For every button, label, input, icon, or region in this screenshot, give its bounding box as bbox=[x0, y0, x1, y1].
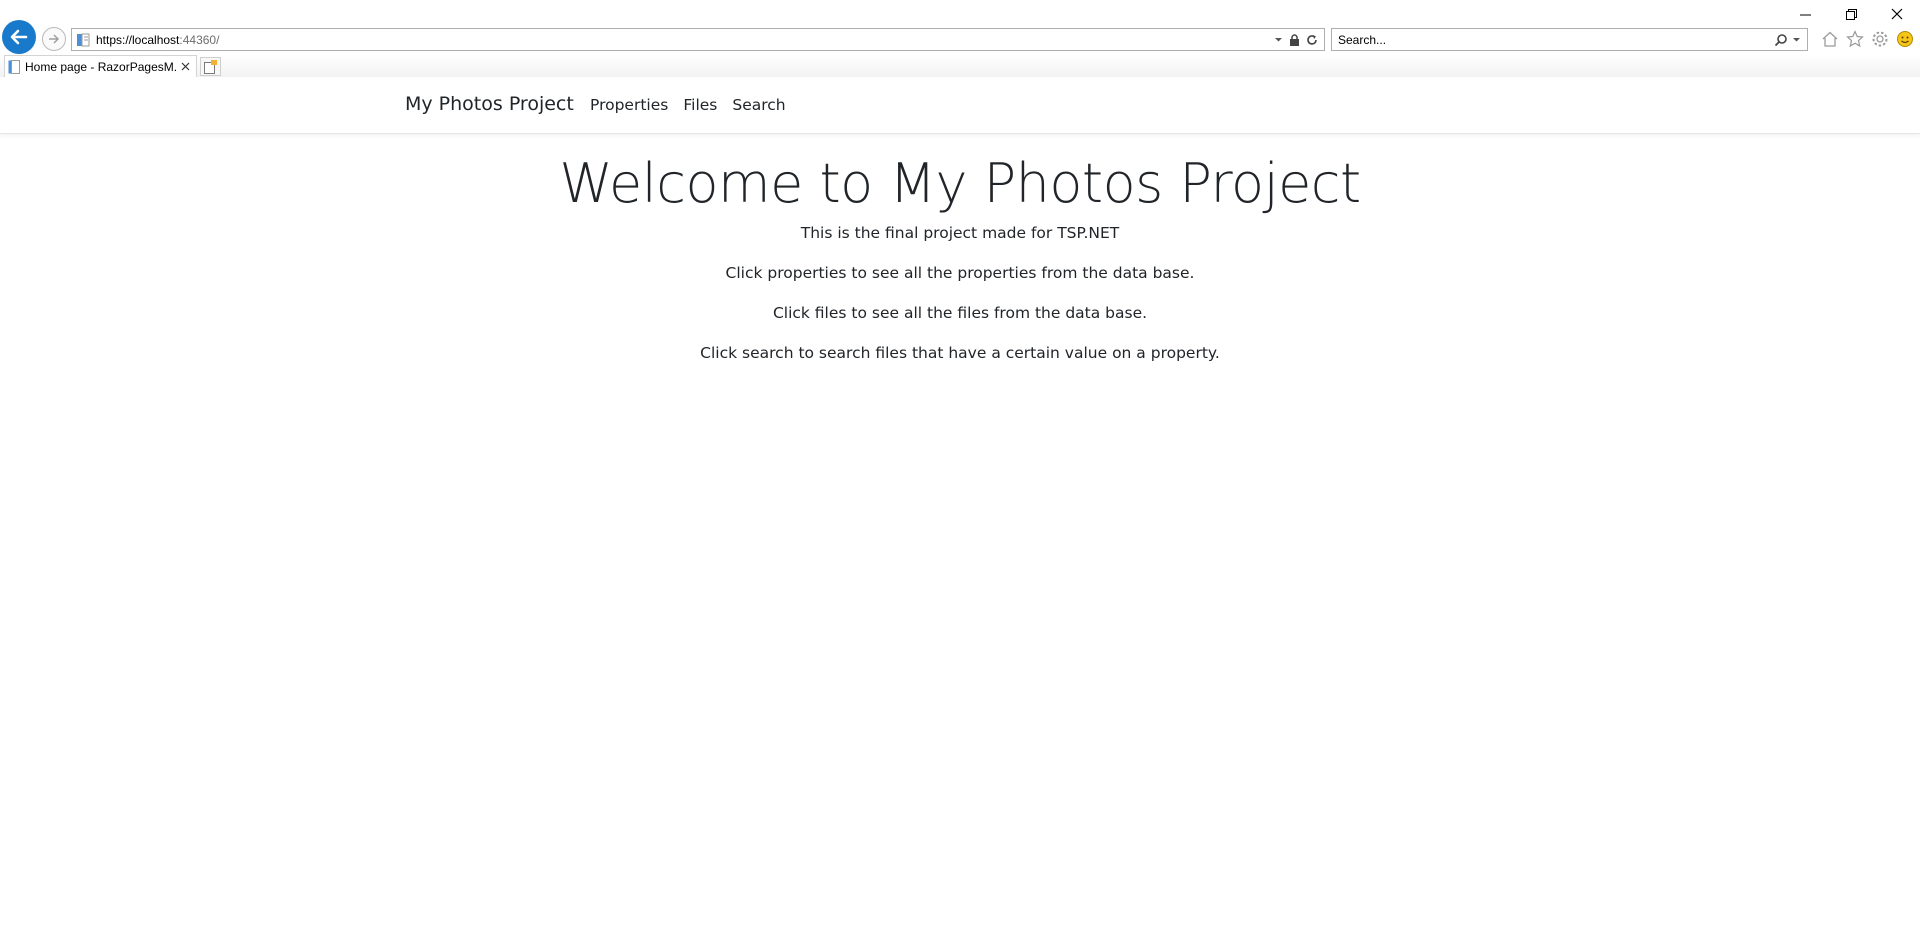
gear-icon[interactable] bbox=[1870, 29, 1890, 49]
page-title: Welcome to My Photos Project bbox=[559, 152, 1361, 215]
browser-tab[interactable]: Home page - RazorPagesM... bbox=[4, 55, 197, 77]
browser-toolbar-right bbox=[1820, 29, 1915, 49]
new-tab-icon bbox=[204, 59, 217, 74]
nav-link-search[interactable]: Search bbox=[732, 96, 785, 114]
dropdown-arrow-icon[interactable] bbox=[1274, 35, 1283, 44]
tab-close-button[interactable] bbox=[178, 60, 192, 74]
intro-paragraph: This is the final project made for TSP.N… bbox=[800, 224, 1120, 242]
close-window-button[interactable] bbox=[1874, 0, 1920, 28]
nav-link-properties[interactable]: Properties bbox=[590, 96, 668, 114]
restore-button[interactable] bbox=[1828, 0, 1874, 28]
smiley-feedback-icon[interactable] bbox=[1895, 29, 1915, 49]
search-icon[interactable] bbox=[1774, 33, 1788, 47]
main-content: Welcome to My Photos Project This is the… bbox=[0, 134, 1920, 363]
tab-bar: Home page - RazorPagesM... bbox=[0, 55, 1920, 77]
close-icon bbox=[181, 62, 189, 71]
main-nav: Properties Files Search bbox=[590, 96, 801, 114]
tab-title: Home page - RazorPagesM... bbox=[25, 59, 178, 74]
search-info-paragraph: Click search to search files that have a… bbox=[700, 344, 1220, 362]
home-icon[interactable] bbox=[1820, 29, 1840, 49]
address-bar[interactable]: https://localhost:44360/ bbox=[71, 28, 1325, 51]
restore-icon bbox=[1845, 8, 1857, 20]
search-dropdown-icon[interactable] bbox=[1792, 35, 1801, 44]
forward-button[interactable] bbox=[42, 27, 66, 51]
address-text: https://localhost:44360/ bbox=[96, 33, 1274, 47]
arrow-left-icon bbox=[10, 29, 28, 45]
page-icon bbox=[77, 33, 90, 46]
window-controls bbox=[1782, 0, 1920, 28]
page-icon bbox=[8, 59, 20, 74]
refresh-icon[interactable] bbox=[1306, 34, 1318, 46]
properties-info-paragraph: Click properties to see all the properti… bbox=[725, 264, 1195, 282]
nav-link-files[interactable]: Files bbox=[683, 96, 717, 114]
brand-link[interactable]: My Photos Project bbox=[405, 93, 574, 115]
minimize-icon bbox=[1799, 14, 1811, 15]
browser-chrome: https://localhost:44360/ Search... Home … bbox=[0, 0, 1920, 77]
site-navbar: My Photos Project Properties Files Searc… bbox=[0, 77, 1920, 134]
back-button[interactable] bbox=[2, 20, 36, 54]
minimize-button[interactable] bbox=[1782, 0, 1828, 28]
files-info-paragraph: Click files to see all the files from th… bbox=[772, 304, 1148, 322]
close-icon bbox=[1891, 8, 1903, 20]
address-path: :44360/ bbox=[179, 32, 220, 47]
arrow-right-icon bbox=[49, 34, 60, 44]
lock-icon[interactable] bbox=[1289, 33, 1300, 46]
browser-search-input[interactable] bbox=[1332, 31, 1774, 48]
new-tab-button[interactable] bbox=[200, 57, 221, 76]
favorites-star-icon[interactable] bbox=[1845, 29, 1865, 49]
address-host: https://localhost bbox=[96, 32, 180, 47]
browser-search-box[interactable] bbox=[1331, 28, 1808, 51]
